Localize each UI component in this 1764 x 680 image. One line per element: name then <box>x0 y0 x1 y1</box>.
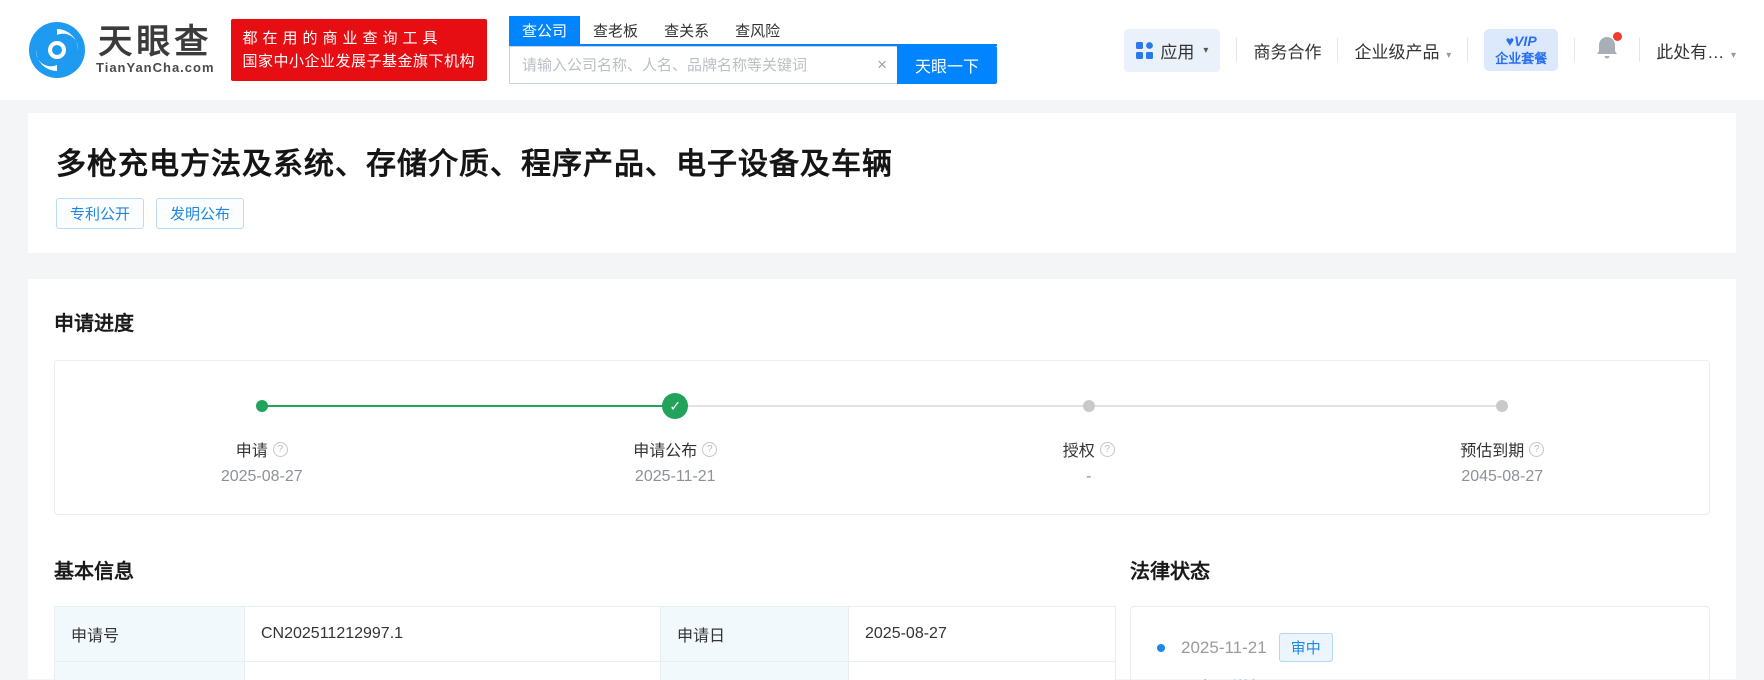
search-input[interactable] <box>509 46 897 84</box>
divider <box>1467 38 1468 62</box>
nav-enterprise-products[interactable]: 企业级产品 ▾ <box>1354 38 1451 63</box>
tag-row: 专利公开 发明公布 <box>56 198 1708 229</box>
step-dot-done <box>256 400 268 412</box>
question-icon[interactable]: ? <box>1529 442 1544 457</box>
step-dot-pending <box>1496 400 1508 412</box>
tab-company[interactable]: 查公司 <box>509 16 580 44</box>
cell-label: 申请公布日 <box>661 662 849 680</box>
step-application: 申请 ? 2025-08-27 <box>55 393 469 486</box>
cell-label: 申请日 <box>661 607 849 662</box>
vip-label: ♥VIP <box>1495 33 1547 51</box>
promo-line-1: 都在用的商业查询工具 <box>243 27 476 50</box>
tag-patent-public[interactable]: 专利公开 <box>56 198 144 229</box>
legal-status-date: 2025-11-21 <box>1181 638 1267 658</box>
timeline-steps: 申请 ? 2025-08-27 ✓ 申请公布 ? 2025-11-21 授权 ? <box>55 393 1709 486</box>
promo-banner: 都在用的商业查询工具 国家中小企业发展子基金旗下机构 <box>231 19 488 82</box>
step-date: - <box>1086 468 1091 486</box>
divider <box>1236 38 1237 62</box>
chevron-down-icon: ▾ <box>1203 45 1208 56</box>
search-row: × 天眼一下 <box>509 46 997 84</box>
step-label: 申请公布 <box>633 437 697 461</box>
step-label: 申请 <box>236 437 268 461</box>
search-tabs: 查公司 查老板 查关系 查风险 <box>509 16 997 46</box>
cell-value-application-date: 2025-08-27 <box>849 607 1116 662</box>
step-estimated-expiry: 预估到期 ? 2045-08-27 <box>1296 393 1710 486</box>
tab-relation[interactable]: 查关系 <box>651 16 722 44</box>
top-header: 天眼查 TianYanCha.com 都在用的商业查询工具 国家中小企业发展子基… <box>0 0 1764 100</box>
question-icon[interactable]: ? <box>273 442 288 457</box>
logo-text: 天眼查 TianYanCha.com <box>96 25 215 76</box>
apps-menu-button[interactable]: 应用 ▾ <box>1124 29 1220 72</box>
application-progress-timeline: 申请 ? 2025-08-27 ✓ 申请公布 ? 2025-11-21 授权 ? <box>54 360 1710 515</box>
bullet-icon <box>1157 644 1165 652</box>
logo-domain: TianYanCha.com <box>96 60 215 75</box>
clear-icon[interactable]: × <box>877 55 887 75</box>
page-title: 多枪充电方法及系统、存储介质、程序产品、电子设备及车辆 <box>56 139 1708 183</box>
step-date: 2025-11-21 <box>635 468 716 486</box>
enterprise-label: 企业级产品 <box>1354 43 1439 62</box>
search-input-wrap: × <box>509 46 897 84</box>
legal-status-item: 2025-11-21 审中 <box>1157 633 1689 662</box>
chevron-down-icon: ▾ <box>1731 50 1736 61</box>
basic-info-section: 基本信息 申请号 CN202511212997.1 申请日 2025-08-27… <box>54 555 1116 680</box>
vip-package-label: 企业套餐 <box>1495 51 1547 67</box>
question-icon[interactable]: ? <box>702 442 717 457</box>
tianyancha-eye-icon <box>28 21 86 79</box>
cell-value-publication-date: 2025-11-21 <box>849 662 1116 680</box>
tag-invention-published[interactable]: 发明公布 <box>156 198 244 229</box>
basic-info-table: 申请号 CN202511212997.1 申请日 2025-08-27 申请公布… <box>54 606 1116 680</box>
question-icon[interactable]: ? <box>1100 442 1115 457</box>
section-title-legal-status: 法律状态 <box>1130 555 1710 584</box>
tab-risk[interactable]: 查风险 <box>722 16 793 44</box>
legal-status-desc-row: 公布 详情 <box>1157 674 1689 680</box>
section-title-basic-info: 基本信息 <box>54 555 1116 584</box>
legal-status-section: 法律状态 2025-11-21 审中 公布 详情 <box>1130 555 1710 680</box>
cell-label: 申请公布号 <box>55 662 245 680</box>
logo-name: 天眼查 <box>98 25 212 61</box>
section-title-progress: 申请进度 <box>54 307 1710 336</box>
notification-bell-button[interactable] <box>1595 35 1619 66</box>
step-authorization: 授权 ? - <box>882 393 1296 486</box>
cell-value-application-number: CN202511212997.1 <box>245 607 661 662</box>
legal-status-box: 2025-11-21 审中 公布 详情 <box>1130 606 1710 680</box>
user-label: 此处有… <box>1656 43 1724 62</box>
step-publication: ✓ 申请公布 ? 2025-11-21 <box>469 393 883 486</box>
step-date: 2025-08-27 <box>221 468 303 486</box>
tab-boss[interactable]: 查老板 <box>580 16 651 44</box>
apps-grid-icon <box>1136 42 1153 59</box>
apps-label: 应用 <box>1160 38 1194 63</box>
patent-title-card: 多枪充电方法及系统、存储介质、程序产品、电子设备及车辆 专利公开 发明公布 <box>28 113 1736 253</box>
vip-package-button[interactable]: ♥VIP 企业套餐 <box>1484 29 1558 71</box>
search-button[interactable]: 天眼一下 <box>897 46 997 84</box>
patent-detail-card: 申请进度 申请 ? 2025-08-27 ✓ 申请公布 ? 2025-11-21 <box>28 279 1736 679</box>
info-legal-row: 基本信息 申请号 CN202511212997.1 申请日 2025-08-27… <box>54 555 1710 680</box>
divider <box>1639 38 1640 62</box>
step-dot-pending <box>1083 400 1095 412</box>
search-block: 查公司 查老板 查关系 查风险 × 天眼一下 <box>509 16 997 84</box>
step-label: 预估到期 <box>1460 437 1524 461</box>
notification-dot <box>1613 32 1622 41</box>
status-badge: 审中 <box>1279 633 1333 662</box>
step-check-icon: ✓ <box>662 393 688 419</box>
table-row: 申请号 CN202511212997.1 申请日 2025-08-27 <box>55 607 1116 662</box>
divider <box>1574 38 1575 62</box>
divider <box>1337 38 1338 62</box>
step-date: 2045-08-27 <box>1461 468 1543 486</box>
step-label: 授权 <box>1063 437 1095 461</box>
promo-line-2: 国家中小企业发展子基金旗下机构 <box>243 50 476 73</box>
chevron-down-icon: ▾ <box>1446 50 1451 61</box>
nav-business-cooperation[interactable]: 商务合作 <box>1253 38 1321 63</box>
cell-value-publication-number: CN120986220A <box>245 662 661 680</box>
header-nav: 应用 ▾ 商务合作 企业级产品 ▾ ♥VIP 企业套餐 此处有… ▾ <box>1124 29 1736 72</box>
cell-label: 申请号 <box>55 607 245 662</box>
table-row: 申请公布号 CN120986220A 申请公布日 2025-11-21 <box>55 662 1116 680</box>
user-menu[interactable]: 此处有… ▾ <box>1656 38 1736 63</box>
tianyancha-logo[interactable]: 天眼查 TianYanCha.com <box>28 21 215 79</box>
